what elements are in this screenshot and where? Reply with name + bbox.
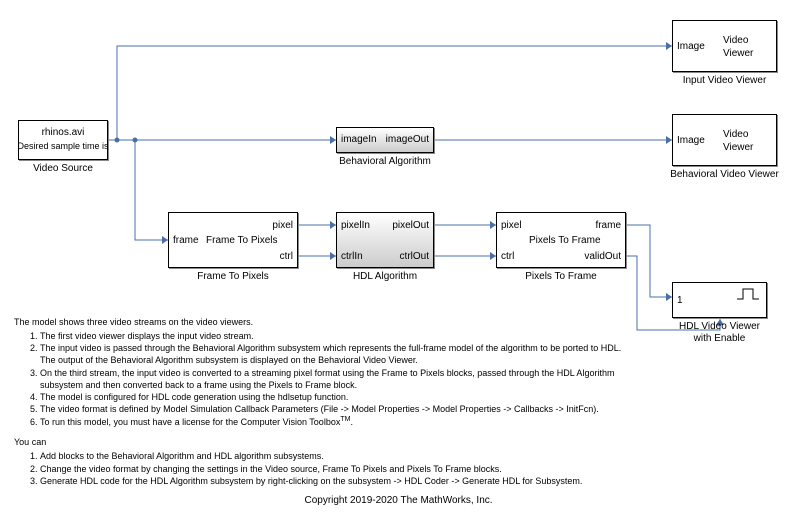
- input-video-viewer-label: Input Video Viewer: [672, 75, 777, 86]
- p2f-in2: ctrl: [501, 251, 514, 262]
- hdl-algorithm-label: HDL Algorithm: [336, 271, 434, 282]
- hdl-video-viewer-block[interactable]: 1: [672, 282, 767, 318]
- desc-m3b: subsystem and then converted back to a f…: [40, 380, 357, 390]
- desc-y1: Add blocks to the Behavioral Algorithm a…: [40, 451, 324, 461]
- video-source-label: Video Source: [18, 163, 108, 174]
- hdl-viewer-label1: HDL Video Viewer: [662, 321, 777, 332]
- behavioral-algorithm-block[interactable]: imageIn imageOut: [336, 127, 434, 153]
- p2f-out2: validOut: [584, 251, 621, 262]
- desc-m5: The video format is defined by Model Sim…: [40, 404, 599, 414]
- frame-to-pixels-label: Frame To Pixels: [168, 271, 298, 282]
- desc-m2: The input video is passed through the Be…: [40, 343, 621, 353]
- desc-m6: To run this model, you must have a licen…: [40, 417, 340, 427]
- desc-y3: Generate HDL code for the HDL Algorithm …: [40, 476, 582, 486]
- beh-alg-out: imageOut: [386, 134, 429, 145]
- port-image2: Image: [677, 135, 705, 146]
- behavioral-algorithm-label: Behavioral Algorithm: [321, 156, 449, 167]
- p2f-in1: pixel: [501, 220, 522, 231]
- viewer-title2: Viewer: [723, 48, 753, 59]
- viewer-title2b: Viewer: [723, 142, 753, 153]
- hdl-in1: pixelIn: [341, 220, 370, 231]
- pixels-to-frame-label: Pixels To Frame: [496, 271, 626, 282]
- hdl-algorithm-block[interactable]: pixelIn ctrlIn pixelOut ctrlOut: [336, 212, 434, 268]
- viewer-title1: Video: [723, 35, 748, 46]
- hdl-out2: ctrlOut: [400, 251, 429, 262]
- hdl-viewer-port: 1: [677, 295, 683, 306]
- desc-m3: On the third stream, the input video is …: [40, 368, 614, 378]
- desc-m2b: The output of the Behavioral Algorithm s…: [40, 355, 418, 365]
- video-source-sample: Desired sample time is: [15, 141, 111, 151]
- p2f-out1: frame: [595, 220, 621, 231]
- video-source-file: rhinos.avi: [19, 127, 107, 138]
- behavioral-video-viewer-label: Behavioral Video Viewer: [662, 169, 787, 180]
- input-video-viewer-block[interactable]: Image Video Viewer: [672, 20, 777, 72]
- enable-pulse-icon: [736, 287, 760, 301]
- desc-intro: The model shows three video streams on t…: [14, 316, 637, 328]
- desc-y2: Change the video format by changing the …: [40, 464, 502, 474]
- hdl-in2: ctrlIn: [341, 251, 363, 262]
- pixels-to-frame-block[interactable]: pixel ctrl Pixels To Frame frame validOu…: [496, 212, 626, 268]
- hdl-viewer-label2: with Enable: [662, 333, 777, 344]
- video-source-block[interactable]: rhinos.avi Desired sample time is: [18, 120, 108, 160]
- desc-you: You can: [14, 436, 637, 448]
- frame-to-pixels-block[interactable]: frame Frame To Pixels pixel ctrl: [168, 212, 298, 268]
- f2p-in: frame: [173, 235, 199, 246]
- f2p-out2: ctrl: [280, 251, 293, 262]
- p2f-title: Pixels To Frame: [529, 235, 601, 246]
- port-image: Image: [677, 41, 705, 52]
- behavioral-video-viewer-block[interactable]: Image Video Viewer: [672, 114, 777, 166]
- beh-alg-in: imageIn: [341, 134, 377, 145]
- desc-tm: TM: [340, 416, 350, 423]
- copyright: Copyright 2019-2020 The MathWorks, Inc.: [0, 495, 797, 506]
- viewer-title1b: Video: [723, 129, 748, 140]
- desc-m1: The first video viewer displays the inpu…: [40, 331, 254, 341]
- desc-m4: The model is configured for HDL code gen…: [40, 392, 348, 402]
- f2p-out1: pixel: [272, 220, 293, 231]
- hdl-out1: pixelOut: [392, 220, 429, 231]
- simulink-canvas: rhinos.avi Desired sample time is Video …: [0, 0, 797, 515]
- description-text: The model shows three video streams on t…: [6, 316, 637, 487]
- f2p-title: Frame To Pixels: [206, 235, 278, 246]
